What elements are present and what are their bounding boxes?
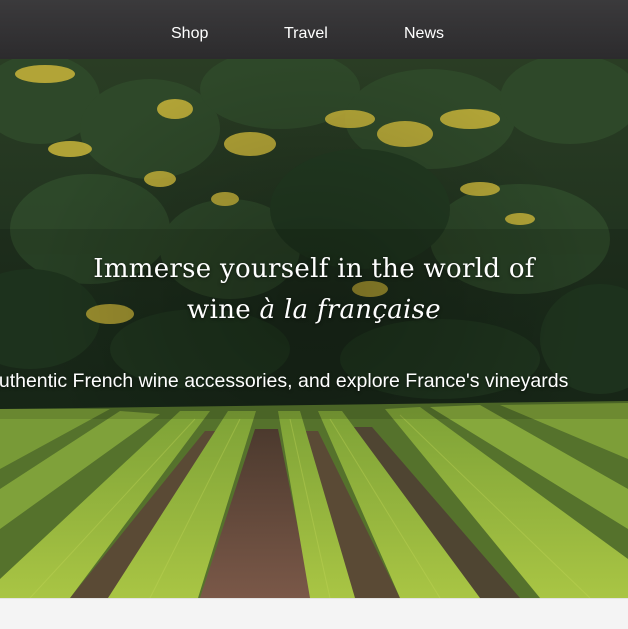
hero-title: Immerse yourself in the world of wine à … [0, 249, 628, 331]
nav-link-travel[interactable]: Travel [284, 22, 328, 46]
hero-tagline: authentic French wine accessories, and e… [0, 370, 569, 392]
hero-title-prefix: wine [187, 295, 260, 325]
content-area-top [0, 598, 628, 629]
hero-title-line2: wine à la française [0, 290, 628, 331]
nav-link-news[interactable]: News [404, 22, 444, 46]
top-navigation: Shop Travel News [0, 0, 628, 59]
hero-section: Immerse yourself in the world of wine à … [0, 59, 628, 598]
nav-link-shop[interactable]: Shop [171, 22, 208, 46]
hero-title-italic: à la française [259, 295, 441, 325]
hero-title-line1: Immerse yourself in the world of [93, 254, 535, 284]
